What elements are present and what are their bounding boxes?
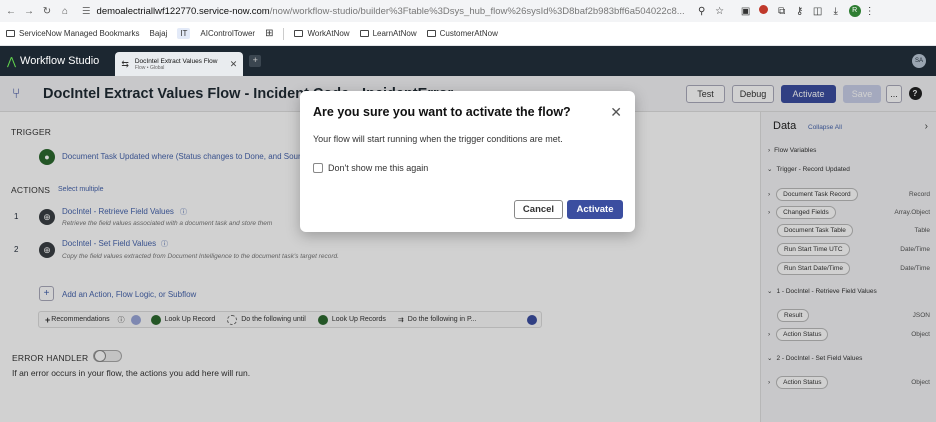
bookmark-bajaj[interactable]: Bajaj xyxy=(150,29,168,38)
dialog-title: Are you sure you want to activate the fl… xyxy=(313,105,571,119)
dont-show-again-label: Don't show me this again xyxy=(328,163,429,173)
dont-show-again-checkbox[interactable] xyxy=(313,163,323,173)
back-icon[interactable]: ← xyxy=(2,6,20,17)
key-icon[interactable]: ⚷ xyxy=(791,6,809,17)
bookmark-learnatnow[interactable]: LearnAtNow xyxy=(359,29,417,38)
bookmark-workatnow[interactable]: WorkAtNow xyxy=(294,29,350,38)
reload-icon[interactable]: ↻ xyxy=(38,6,56,17)
sidepanel-icon[interactable]: ◫ xyxy=(809,6,827,17)
flow-tab-subtitle: Flow • Global xyxy=(134,64,165,71)
app-logo[interactable]: ⋀ Workflow Studio xyxy=(7,55,99,68)
workflow-studio-icon: ⋀ xyxy=(7,55,17,68)
folder-icon xyxy=(294,30,304,37)
app-header: ⋀ Workflow Studio ⇆ DocIntel Extract Val… xyxy=(0,46,936,76)
close-icon[interactable]: ✕ xyxy=(610,104,622,121)
zoom-icon[interactable]: ⚲ xyxy=(693,6,711,17)
folder-icon xyxy=(426,30,436,37)
folder-icon xyxy=(6,30,15,37)
home-icon[interactable]: ⌂ xyxy=(56,6,74,17)
bookmark-customeratnow[interactable]: CustomerAtNow xyxy=(426,29,498,38)
dialog-message: Your flow will start running when the tr… xyxy=(313,134,563,144)
profile-avatar[interactable]: R xyxy=(848,5,861,17)
apps-grid-icon[interactable]: ⊞ xyxy=(265,28,273,39)
bookmarks-bar: ServiceNow Managed Bookmarks Bajaj IT AI… xyxy=(0,22,936,46)
url-path: /now/workflow-studio/builder%3Ftable%3Ds… xyxy=(269,5,685,17)
user-avatar[interactable]: SA xyxy=(912,54,926,68)
bookmark-star-icon[interactable]: ☆ xyxy=(711,6,729,17)
flow-tab[interactable]: ⇆ DocIntel Extract Values Flow Flow • Gl… xyxy=(115,52,244,76)
url-host: demoalectriallwf122770.service-now.com xyxy=(96,5,270,17)
address-bar[interactable]: ☰ demoalectriallwf122770.service-now.com… xyxy=(82,6,685,17)
flow-tab-title: DocIntel Extract Values Flow xyxy=(134,57,218,65)
forward-icon[interactable]: → xyxy=(20,6,38,17)
download-icon[interactable]: ⤓ xyxy=(827,6,845,17)
site-info-icon[interactable]: ☰ xyxy=(82,6,91,17)
bookmark-managed[interactable]: ServiceNow Managed Bookmarks xyxy=(6,29,140,38)
browser-menu-icon[interactable]: ⋮ xyxy=(861,6,879,17)
activate-button[interactable]: Activate xyxy=(567,200,623,219)
extension-icon[interactable]: ▣ xyxy=(737,6,755,17)
activate-flow-dialog: Are you sure you want to activate the fl… xyxy=(300,91,635,232)
bookmark-aicontroltower[interactable]: AIControlTower xyxy=(200,29,255,38)
add-tab-button[interactable]: + xyxy=(249,55,262,67)
flow-tab-icon: ⇆ xyxy=(121,58,129,69)
puzzle-icon[interactable]: ⧉ xyxy=(773,6,791,17)
cancel-button[interactable]: Cancel xyxy=(514,200,563,219)
browser-toolbar: ← → ↻ ⌂ ☰ demoalectriallwf122770.service… xyxy=(0,0,936,22)
dont-show-again-row[interactable]: Don't show me this again xyxy=(313,163,428,173)
folder-icon xyxy=(359,30,369,37)
close-tab-icon[interactable]: ✕ xyxy=(230,59,238,70)
bookmark-it[interactable]: IT xyxy=(177,28,191,39)
extension-red-icon[interactable] xyxy=(755,5,773,17)
